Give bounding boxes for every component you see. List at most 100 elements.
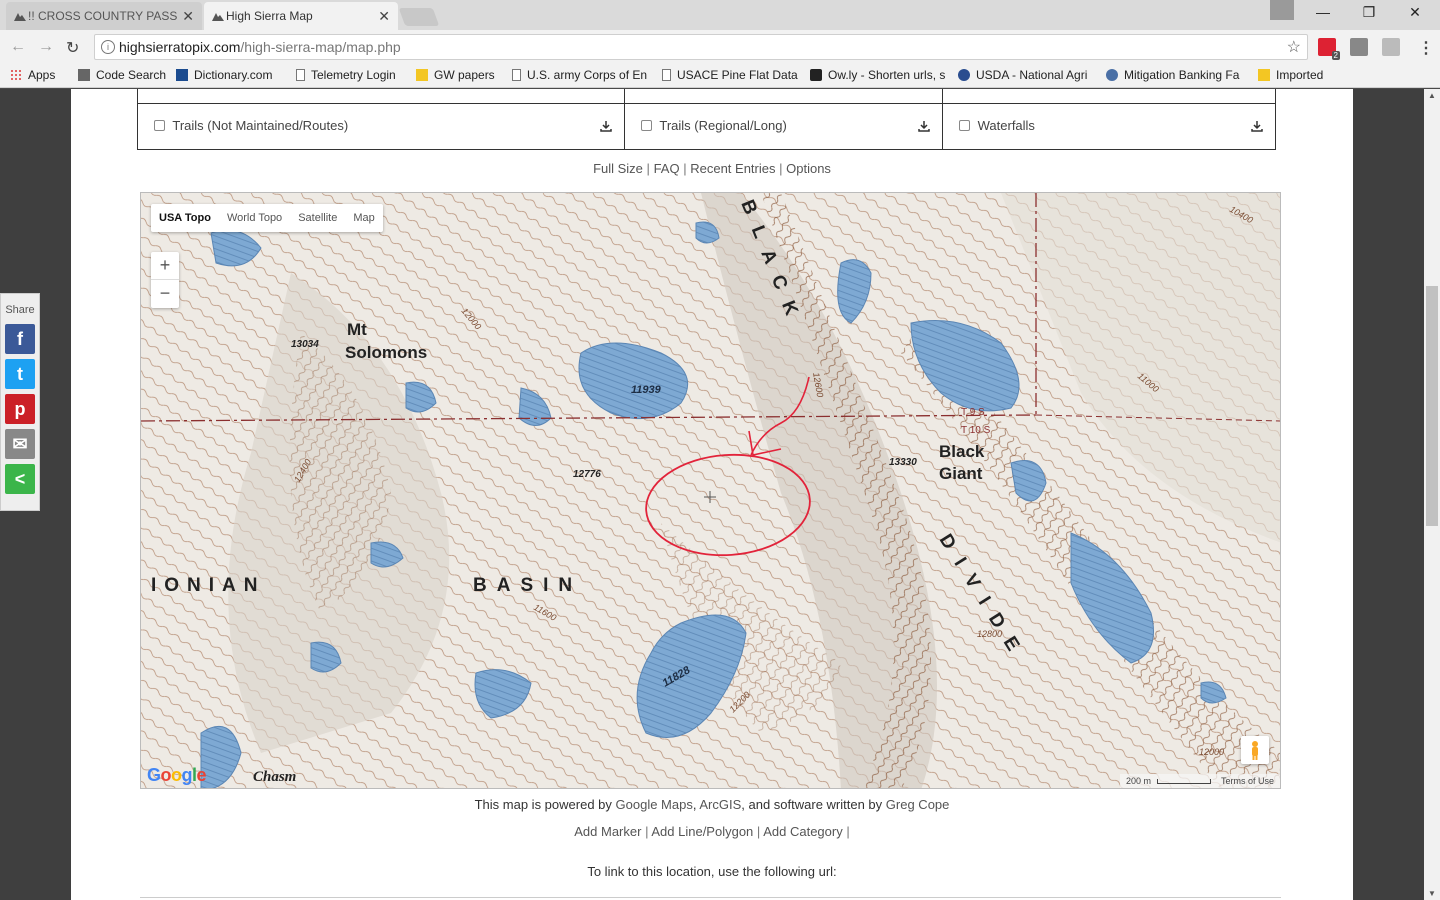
download-icon[interactable] (918, 120, 930, 132)
bookmarks-bar: Apps Code Search Dictionary.com Telemetr… (0, 64, 1440, 88)
zoom-out-button[interactable]: − (151, 280, 179, 308)
mountain-favicon-icon (212, 13, 224, 21)
download-icon[interactable] (600, 120, 612, 132)
sharethis-share-icon[interactable]: < (5, 464, 35, 494)
map-label-giant: Giant (939, 464, 983, 483)
bookmark-telemetry-login[interactable]: Telemetry Login (296, 68, 396, 82)
layer-checkbox[interactable] (154, 120, 165, 131)
tab-high-sierra-map[interactable]: High Sierra Map ✕ (204, 2, 398, 30)
zoom-in-button[interactable]: + (151, 252, 179, 280)
restore-icon[interactable]: ❐ (1354, 4, 1384, 21)
add-marker-link[interactable]: Add Marker (574, 824, 641, 839)
author-link[interactable]: Greg Cope (886, 797, 950, 812)
terms-of-use-link[interactable]: Terms of Use (1221, 776, 1274, 786)
pinterest-share-icon[interactable]: p (5, 394, 35, 424)
map-label-elev-13330: 13330 (889, 457, 917, 468)
layer-checkbox[interactable] (959, 120, 970, 131)
bookmark-code-search[interactable]: Code Search (78, 68, 166, 82)
layer-waterfalls[interactable]: Waterfalls (943, 104, 1275, 149)
apps-grid-icon (10, 69, 22, 81)
minimize-icon[interactable]: — (1308, 4, 1338, 20)
bookmark-apps[interactable]: Apps (10, 68, 55, 82)
menu-kebab-icon[interactable]: ⋮ (1418, 38, 1434, 58)
map-type-map[interactable]: Map (345, 204, 382, 232)
bookmark-usace[interactable]: U.S. army Corps of En (512, 68, 647, 82)
back-icon[interactable]: ← (10, 38, 26, 56)
recent-entries-link[interactable]: Recent Entries (690, 161, 775, 176)
map-label-basin: BASIN (473, 575, 582, 596)
tab-cross-country-pass[interactable]: !! CROSS COUNTRY PASS ✕ (6, 2, 202, 30)
google-maps-link[interactable]: Google Maps (616, 797, 693, 812)
tab-label: !! CROSS COUNTRY PASS (28, 9, 178, 23)
street-view-pegman-icon[interactable] (1241, 736, 1269, 764)
scale-label: 200 m (1125, 776, 1151, 786)
map-label-black: Black (939, 442, 985, 461)
extension-puzzle-icon[interactable] (1350, 38, 1368, 56)
share-sidebar: Share f t p ✉ < (0, 293, 40, 511)
reload-icon[interactable]: ↻ (66, 38, 79, 58)
bookmark-gw-papers[interactable]: GW papers (416, 68, 495, 82)
address-bar[interactable]: i highsierratopix.com/high-sierra-map/ma… (94, 34, 1308, 60)
download-icon[interactable] (1251, 120, 1263, 132)
browser-toolbar: ← → ↻ i highsierratopix.com/high-sierra-… (0, 30, 1440, 64)
zoom-control: + − (151, 252, 179, 308)
add-line-polygon-link[interactable]: Add Line/Polygon (651, 824, 753, 839)
user-profile-icon[interactable] (1270, 0, 1294, 20)
options-link[interactable]: Options (786, 161, 831, 176)
email-share-icon[interactable]: ✉ (5, 429, 35, 459)
add-category-link[interactable]: Add Category (763, 824, 843, 839)
new-tab-button[interactable] (398, 8, 440, 26)
layer-label: Waterfalls (977, 118, 1035, 133)
page-scrollbar[interactable]: ▲ ▼ (1424, 89, 1440, 900)
facebook-share-icon[interactable]: f (5, 324, 35, 354)
bookmark-dictionary[interactable]: Dictionary.com (176, 68, 272, 82)
topo-map-image[interactable]: Mt Solomons 13034 11939 12776 Black Gian… (141, 193, 1281, 789)
link-instructions: To link to this location, use the follow… (587, 864, 837, 879)
layer-trails-not-maintained[interactable]: Trails (Not Maintained/Routes) (138, 104, 625, 149)
bookmark-imported[interactable]: Imported (1258, 68, 1323, 82)
twitter-share-icon[interactable]: t (5, 359, 35, 389)
map-links-row: Full Size | FAQ | Recent Entries | Optio… (593, 161, 831, 176)
tab-close-icon[interactable]: ✕ (182, 8, 194, 25)
layer-checkbox[interactable] (641, 120, 652, 131)
extension-todo-icon[interactable]: 2 (1318, 38, 1340, 60)
map-label-lake-11939: 11939 (631, 384, 662, 396)
url-host: highsierratopix.com (119, 39, 241, 55)
info-icon[interactable]: i (101, 40, 115, 54)
page-background: Trails (Not Maintained/Routes) Trails (R… (0, 89, 1424, 900)
arcgis-link[interactable]: ArcGIS (699, 797, 741, 812)
bookmark-star-icon[interactable]: ☆ (1287, 37, 1301, 57)
bookmark-usda[interactable]: USDA - National Agri (958, 68, 1087, 82)
extension-badge: 2 (1331, 51, 1340, 60)
close-window-icon[interactable]: ✕ (1400, 4, 1430, 21)
scrollbar-thumb[interactable] (1426, 286, 1438, 526)
layer-label: Trails (Not Maintained/Routes) (172, 118, 349, 133)
extension-pdf-icon[interactable] (1382, 38, 1400, 56)
mitigation-icon (1106, 69, 1118, 81)
map-type-world-topo[interactable]: World Topo (219, 204, 290, 232)
scroll-down-arrow-icon[interactable]: ▼ (1428, 889, 1436, 898)
map-contour-label: 12000 (1199, 747, 1224, 757)
topo-map[interactable]: Mt Solomons 13034 11939 12776 Black Gian… (140, 192, 1281, 789)
tab-close-icon[interactable]: ✕ (378, 8, 390, 25)
layer-table-top (137, 89, 1276, 103)
full-size-link[interactable]: Full Size (593, 161, 643, 176)
owly-icon (810, 69, 822, 81)
map-type-usa-topo[interactable]: USA Topo (151, 204, 219, 232)
scale-bar: 200 m Terms of Use (1119, 774, 1280, 788)
bookmark-owly[interactable]: Ow.ly - Shorten urls, s (810, 68, 945, 82)
bookmark-mitigation-banking[interactable]: Mitigation Banking Fa (1106, 68, 1239, 82)
divider (140, 897, 1281, 898)
bookmark-usace-pine-flat[interactable]: USACE Pine Flat Data (662, 68, 798, 82)
map-type-satellite[interactable]: Satellite (290, 204, 345, 232)
content-area: Trails (Not Maintained/Routes) Trails (R… (71, 89, 1353, 900)
layer-trails-regional[interactable]: Trails (Regional/Long) (625, 104, 943, 149)
dictionary-icon (176, 69, 188, 81)
forward-icon[interactable]: → (38, 38, 54, 56)
layer-label: Trails (Regional/Long) (659, 118, 787, 133)
map-label-peak-12776: 12776 (573, 469, 601, 480)
map-type-control: USA Topo World Topo Satellite Map (151, 204, 383, 232)
faq-link[interactable]: FAQ (654, 161, 680, 176)
scroll-up-arrow-icon[interactable]: ▲ (1428, 91, 1436, 100)
page-icon (296, 69, 305, 81)
